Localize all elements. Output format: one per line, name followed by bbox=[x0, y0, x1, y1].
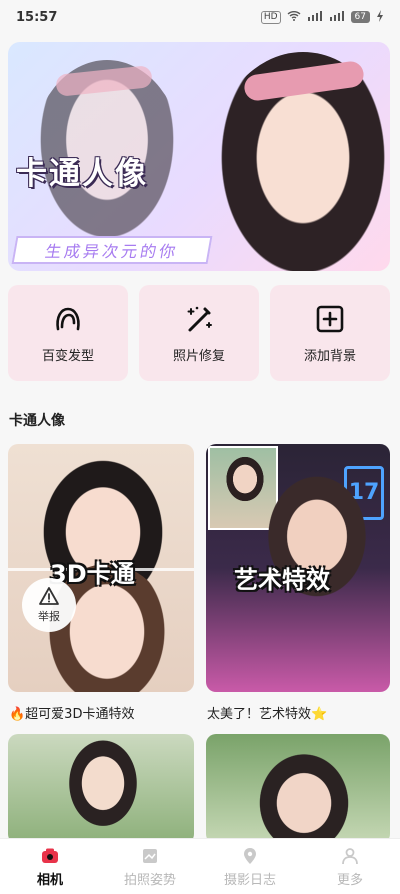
card-portrait bbox=[66, 740, 140, 830]
template-card-art-effect[interactable]: 17 艺术特效 bbox=[206, 444, 390, 692]
status-icons: HD 67 bbox=[260, 9, 384, 25]
battery-icon: 67 bbox=[350, 11, 370, 23]
tab-photo-log[interactable]: 摄影日志 bbox=[200, 839, 300, 894]
signal-icon bbox=[307, 10, 323, 24]
hairstyle-button[interactable]: 百变发型 bbox=[8, 285, 128, 381]
hair-icon bbox=[56, 307, 80, 330]
template-card[interactable] bbox=[8, 734, 194, 844]
card-portrait bbox=[254, 748, 354, 844]
status-bar: 15:57 HD 67 bbox=[0, 0, 400, 34]
tab-label: 摄影日志 bbox=[223, 872, 276, 888]
inset-portrait bbox=[224, 454, 266, 504]
tab-poses[interactable]: 拍照姿势 bbox=[100, 839, 200, 894]
location-pin-icon bbox=[244, 847, 256, 864]
bottom-tab-bar: 相机 拍照姿势 摄影日志 更多 bbox=[0, 838, 400, 894]
tool-row: 百变发型 照片修复 添加背景 bbox=[8, 285, 390, 381]
card-caption[interactable]: 🔥超可爱3D卡通特效 bbox=[9, 703, 134, 722]
tool-label: 照片修复 bbox=[172, 348, 225, 364]
card-caption[interactable]: 太美了！艺术特效⭐ bbox=[207, 703, 327, 722]
hero-banner[interactable]: 卡通人像 生成异次元的你 bbox=[8, 42, 390, 271]
report-label: 举报 bbox=[38, 610, 60, 623]
pose-image-icon bbox=[143, 848, 157, 863]
tab-label: 更多 bbox=[336, 872, 363, 888]
magic-wand-icon bbox=[187, 306, 212, 331]
template-card-3d-cartoon[interactable]: 3D卡通 举报 bbox=[8, 444, 194, 692]
report-button[interactable]: 举报 bbox=[22, 578, 76, 632]
section-title: 卡通人像 bbox=[9, 413, 65, 429]
add-background-button[interactable]: 添加背景 bbox=[270, 285, 390, 381]
user-icon bbox=[342, 847, 358, 864]
tool-label: 添加背景 bbox=[303, 348, 356, 364]
tab-camera[interactable]: 相机 bbox=[0, 839, 100, 894]
warning-icon bbox=[39, 587, 59, 605]
template-card[interactable] bbox=[206, 734, 390, 844]
wifi-icon bbox=[287, 10, 301, 24]
add-square-icon bbox=[316, 305, 344, 332]
signal-icon-2 bbox=[329, 10, 345, 24]
camera-icon bbox=[42, 848, 58, 863]
banner-title: 卡通人像 bbox=[16, 156, 148, 192]
tab-more[interactable]: 更多 bbox=[300, 839, 400, 894]
tab-label: 拍照姿势 bbox=[123, 872, 176, 888]
status-time: 15:57 bbox=[16, 9, 58, 25]
photo-restore-button[interactable]: 照片修复 bbox=[139, 285, 259, 381]
charging-icon bbox=[376, 9, 384, 25]
card-overlay-text: 艺术特效 bbox=[234, 566, 330, 594]
hd-badge: HD bbox=[260, 10, 281, 24]
tab-label: 相机 bbox=[36, 872, 63, 888]
tool-label: 百变发型 bbox=[41, 348, 94, 364]
banner-subtitle: 生成异次元的你 bbox=[11, 236, 213, 264]
